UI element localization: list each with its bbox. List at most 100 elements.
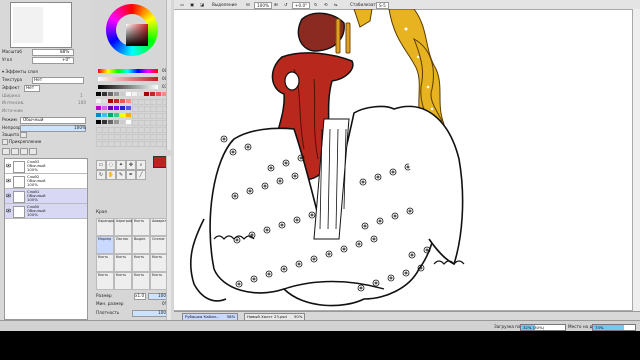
- merge-down-button[interactable]: [20, 148, 28, 155]
- select-all-icon[interactable]: ▣: [190, 2, 194, 7]
- foreground-color-swatch[interactable]: [153, 156, 167, 168]
- select-source-row[interactable]: Источник: [2, 108, 88, 114]
- brush-slot[interactable]: Кисть: [96, 254, 114, 272]
- brush-slot[interactable]: Кисть: [132, 254, 150, 272]
- rotate-icon[interactable]: ↻: [96, 170, 106, 180]
- color-swatch[interactable]: [102, 120, 107, 124]
- color-swatch[interactable]: [114, 92, 119, 96]
- value-slider[interactable]: [98, 85, 158, 89]
- canvas-angle-field[interactable]: +0.0°: [292, 2, 311, 9]
- layer-item[interactable]: Слой0 Обычный 100%: [5, 204, 87, 219]
- color-swatch[interactable]: [126, 92, 131, 96]
- pen-icon[interactable]: ✒: [126, 170, 136, 180]
- new-layer-button[interactable]: [2, 148, 10, 155]
- brush-slot[interactable]: Аэрограф: [114, 218, 133, 236]
- hand-icon[interactable]: ✋: [106, 170, 116, 180]
- brush-slot[interactable]: Маркер: [96, 236, 114, 254]
- brush-slot[interactable]: Кисть: [132, 272, 150, 290]
- eye-icon[interactable]: [6, 193, 11, 198]
- deselect-icon[interactable]: ▭: [180, 2, 184, 7]
- delete-layer-button[interactable]: [29, 148, 37, 155]
- canvas-zoom-field[interactable]: 100%: [254, 2, 272, 9]
- stabilizer-select[interactable]: S-5: [376, 2, 389, 9]
- canvas-vertical-scrollbar[interactable]: [632, 9, 640, 311]
- color-swatch[interactable]: [102, 106, 107, 110]
- color-swatch[interactable]: [114, 106, 119, 110]
- clip-checkbox[interactable]: [2, 139, 8, 145]
- lasso-icon[interactable]: ◌: [106, 160, 116, 170]
- artwork-illustration[interactable]: [174, 9, 633, 311]
- color-swatch[interactable]: [96, 113, 101, 117]
- brush-slot[interactable]: Кисть: [114, 272, 132, 290]
- layer-item-selected[interactable]: Слой1 Обычный 100%: [5, 189, 87, 204]
- reset-rotation-icon[interactable]: ⟲: [324, 2, 328, 7]
- magic-wand-icon[interactable]: ✦: [116, 160, 126, 170]
- color-swatch[interactable]: [114, 120, 119, 124]
- line-icon[interactable]: ╱: [136, 170, 146, 180]
- color-swatch[interactable]: [144, 92, 149, 96]
- color-swatch[interactable]: [138, 92, 143, 96]
- rotate-left-icon[interactable]: ↺: [284, 2, 288, 7]
- color-swatch[interactable]: [126, 120, 131, 124]
- color-swatch[interactable]: [120, 113, 125, 117]
- select-rect-icon[interactable]: ▭: [96, 160, 106, 170]
- color-swatch[interactable]: [108, 106, 113, 110]
- color-swatch[interactable]: [102, 113, 107, 117]
- color-swatch[interactable]: [120, 99, 125, 103]
- color-swatch[interactable]: [120, 120, 125, 124]
- layer-effects-title[interactable]: ▾ Эффекты слоя: [2, 69, 38, 75]
- color-swatch[interactable]: [96, 120, 101, 124]
- color-swatch[interactable]: [120, 106, 125, 110]
- density-label: Плотность: [96, 310, 120, 315]
- zoom-out-icon[interactable]: ⊟: [246, 2, 250, 7]
- color-swatch[interactable]: [114, 99, 119, 103]
- color-swatch[interactable]: [108, 99, 113, 103]
- clip-row: Прикрепление: [2, 139, 88, 145]
- saturation-value-square[interactable]: [126, 24, 148, 46]
- blend-mode-row: Режим Обычный: [2, 117, 88, 124]
- color-wheel[interactable]: [106, 4, 158, 56]
- color-swatch[interactable]: [96, 99, 101, 103]
- eye-icon[interactable]: [6, 208, 11, 213]
- navigator-thumbnail[interactable]: [10, 2, 72, 48]
- color-swatch[interactable]: [108, 120, 113, 124]
- color-swatch[interactable]: [156, 92, 161, 96]
- color-swatch[interactable]: [126, 99, 131, 103]
- color-swatch[interactable]: [96, 92, 101, 96]
- color-swatch[interactable]: [114, 113, 119, 117]
- color-swatch[interactable]: [102, 92, 107, 96]
- brush-slot[interactable]: Кисть: [132, 218, 150, 236]
- color-panel-scrollbar[interactable]: [166, 0, 171, 150]
- zoom-in-icon[interactable]: ⊞: [274, 2, 278, 7]
- saturation-slider[interactable]: [98, 77, 158, 81]
- move-icon[interactable]: ✥: [126, 160, 136, 170]
- invert-icon[interactable]: ◪: [200, 2, 204, 7]
- color-swatch[interactable]: [108, 92, 113, 96]
- color-swatch[interactable]: [102, 99, 107, 103]
- tool-panel-scrollbar[interactable]: [166, 156, 171, 320]
- color-swatch[interactable]: [150, 92, 155, 96]
- layer-item[interactable]: Слой3 Обычный 100%: [5, 159, 87, 174]
- brush-slot[interactable]: Выдел.: [132, 236, 150, 254]
- color-swatch[interactable]: [126, 106, 131, 110]
- eye-icon[interactable]: [6, 178, 11, 183]
- color-swatch[interactable]: [132, 92, 137, 96]
- eyedropper-icon[interactable]: ✎: [116, 170, 126, 180]
- hue-slider[interactable]: [98, 69, 158, 73]
- brush-slot[interactable]: Ластик: [114, 236, 132, 254]
- zoom-icon[interactable]: ⌕: [136, 160, 146, 170]
- color-swatch[interactable]: [96, 106, 101, 110]
- color-swatch[interactable]: [120, 92, 125, 96]
- new-folder-button[interactable]: [11, 148, 19, 155]
- layer-item[interactable]: Слой2 Обычный 100%: [5, 174, 87, 189]
- protect-checkbox[interactable]: [20, 132, 27, 138]
- eye-icon[interactable]: [6, 163, 11, 168]
- rotate-right-icon[interactable]: ↻: [314, 2, 318, 7]
- select-visible-toggle[interactable]: Выделение: [212, 2, 237, 7]
- brush-slot[interactable]: Кисть: [114, 254, 132, 272]
- flip-horizontal-icon[interactable]: ⇋: [334, 2, 338, 7]
- color-swatch[interactable]: [126, 113, 131, 117]
- brush-slot[interactable]: Кисть: [96, 272, 114, 290]
- color-swatch[interactable]: [108, 113, 113, 117]
- brush-slot[interactable]: Карандаш: [96, 218, 116, 236]
